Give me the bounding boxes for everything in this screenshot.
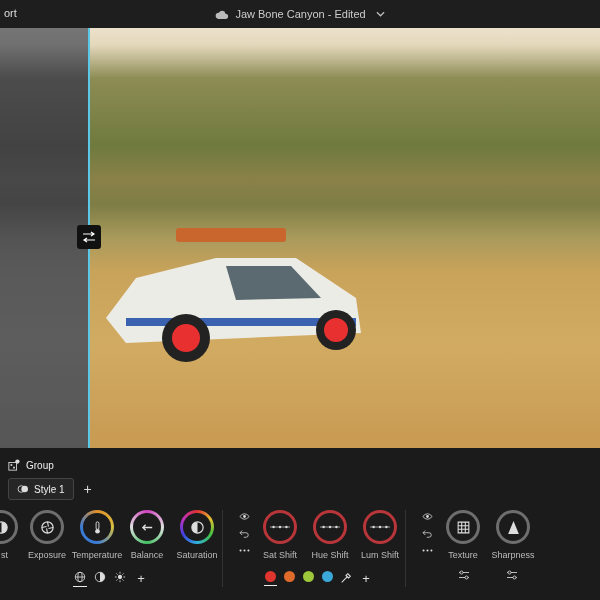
color-swatch[interactable]	[302, 570, 315, 586]
detail-group: Texture Sharpness	[416, 510, 538, 587]
dial[interactable]	[363, 510, 397, 544]
dial[interactable]	[0, 510, 18, 544]
style-icon	[17, 484, 29, 494]
scope-mode[interactable]	[93, 570, 107, 587]
car-figure	[96, 218, 376, 368]
cloud-icon	[215, 9, 229, 20]
before-view	[0, 28, 88, 448]
sliders-icon[interactable]	[458, 570, 470, 580]
light-tool[interactable]: Balance	[122, 510, 172, 560]
undo-icon[interactable]	[422, 529, 433, 538]
light-tool[interactable]: Exposure	[22, 510, 72, 560]
undo-icon[interactable]	[239, 529, 250, 538]
sun-icon	[114, 571, 126, 583]
add-scope-button[interactable]: +	[133, 571, 149, 586]
tool-label: Texture	[448, 550, 478, 560]
color-group: Sat Shift Hue Shift Lum Shift +	[233, 510, 405, 587]
compare-divider[interactable]	[88, 28, 90, 448]
tool-label: Saturation	[176, 550, 217, 560]
tool-label: Temperature	[72, 550, 123, 560]
compare-handle[interactable]	[77, 225, 101, 249]
eyedropper-icon[interactable]	[340, 572, 352, 584]
tool-label: Exposure	[28, 550, 66, 560]
more-icon[interactable]	[239, 546, 250, 555]
add-style-button[interactable]: +	[80, 481, 96, 497]
triangle-icon	[506, 520, 521, 535]
top-bar: ort Jaw Bone Canyon - Edited	[0, 0, 600, 28]
thermometer-icon	[90, 520, 105, 535]
dial[interactable]	[80, 510, 114, 544]
half-circle-icon	[94, 571, 106, 583]
dial[interactable]	[30, 510, 64, 544]
color-tool[interactable]: Sat Shift	[255, 510, 305, 560]
group-controls	[416, 510, 438, 555]
color-swatch[interactable]	[321, 570, 334, 586]
detail-settings	[436, 570, 518, 580]
separator	[222, 510, 223, 587]
saturation-icon	[190, 520, 205, 535]
more-icon[interactable]	[422, 546, 433, 555]
tool-label: Balance	[131, 550, 164, 560]
scope-mode[interactable]	[113, 570, 127, 587]
group-controls	[233, 510, 255, 555]
document-title[interactable]: Jaw Bone Canyon - Edited	[215, 8, 384, 20]
arrow-left-icon	[140, 520, 155, 535]
chevron-down-icon	[376, 11, 385, 17]
dial[interactable]	[263, 510, 297, 544]
group-header: Group	[8, 458, 592, 472]
aperture-icon	[40, 520, 55, 535]
tool-label: Sharpness	[491, 550, 534, 560]
group-icon	[8, 459, 20, 471]
grid-icon	[456, 520, 471, 535]
photo-editor: ort Jaw Bone Canyon - Edited Group Style 1 +…	[0, 0, 600, 600]
eye-icon[interactable]	[239, 512, 250, 521]
separator	[405, 510, 406, 587]
dial[interactable]	[496, 510, 530, 544]
dial[interactable]	[313, 510, 347, 544]
photo-canvas[interactable]	[0, 28, 600, 448]
light-tool[interactable]: Saturation	[172, 510, 222, 560]
dial[interactable]	[130, 510, 164, 544]
light-tool[interactable]: st	[0, 510, 22, 560]
group-label: Group	[26, 460, 54, 471]
add-color-button[interactable]: +	[358, 571, 374, 586]
detail-tool[interactable]: Sharpness	[488, 510, 538, 560]
tool-label: Hue Shift	[311, 550, 348, 560]
eye-icon[interactable]	[422, 512, 433, 521]
dial[interactable]	[446, 510, 480, 544]
color-tool[interactable]: Hue Shift	[305, 510, 355, 560]
scope-modes: +	[73, 570, 149, 587]
tool-label: st	[0, 550, 8, 560]
scope-mode[interactable]	[73, 570, 87, 587]
style-row: Style 1 +	[8, 478, 592, 500]
color-swatches: +	[264, 570, 374, 586]
export-button[interactable]: ort	[4, 7, 17, 19]
shift-curve-icon	[319, 522, 341, 532]
shift-curve-icon	[369, 522, 391, 532]
color-tool[interactable]: Lum Shift	[355, 510, 405, 560]
light-group: st Exposure Temperature Balance Saturation +	[0, 510, 222, 587]
sliders-icon[interactable]	[506, 570, 518, 580]
color-swatch[interactable]	[264, 570, 277, 586]
style-chip[interactable]: Style 1	[8, 478, 74, 500]
globe-icon	[74, 571, 86, 583]
color-swatch[interactable]	[283, 570, 296, 586]
tool-label: Sat Shift	[263, 550, 297, 560]
shift-curve-icon	[269, 522, 291, 532]
adjust-panel: Group Style 1 + st Exposure Temperature Balanc…	[0, 448, 600, 600]
tool-label: Lum Shift	[361, 550, 399, 560]
tools-area: stExposureTemperatureBalanceSaturation+S…	[0, 510, 592, 587]
dial[interactable]	[180, 510, 214, 544]
contrast-icon	[0, 520, 9, 535]
detail-tool[interactable]: Texture	[438, 510, 488, 560]
light-tool[interactable]: Temperature	[72, 510, 122, 560]
swap-arrows-icon	[82, 231, 96, 243]
